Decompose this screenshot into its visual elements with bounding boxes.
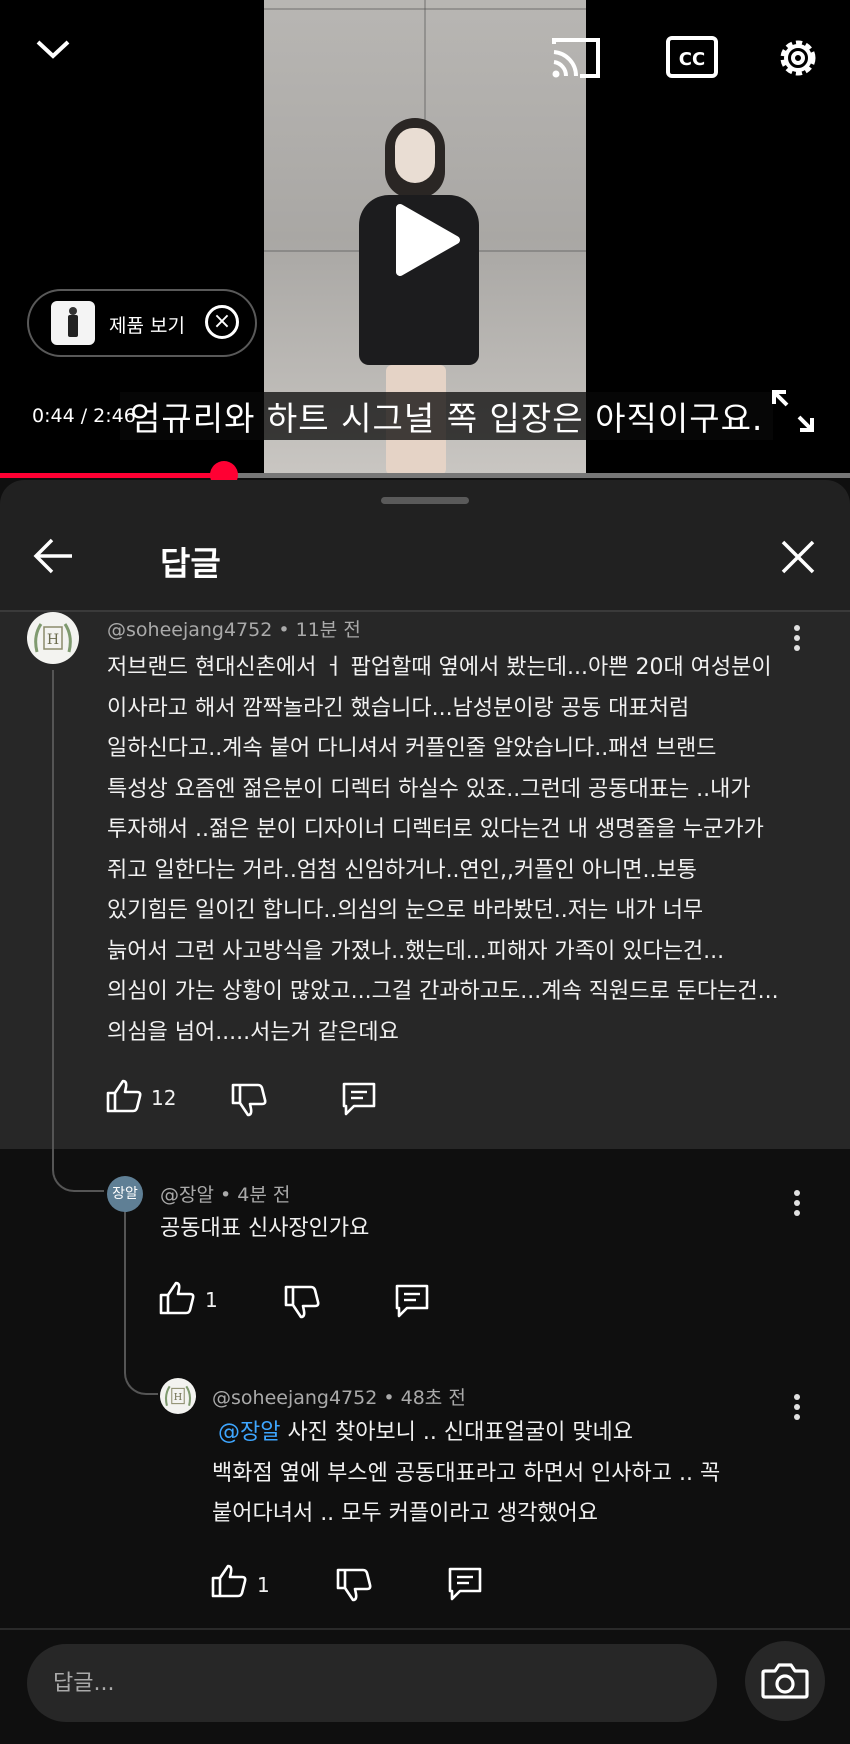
meta-separator: •	[278, 619, 296, 641]
comment-age: 48초 전	[400, 1387, 466, 1409]
comment-line: 늙어서 그런 사고방식을 가졌나..했는데...피해자 가족이 있다는건...	[107, 938, 725, 964]
back-arrow-icon[interactable]	[32, 536, 76, 580]
meta-separator: •	[383, 1387, 401, 1409]
like-count: 12	[151, 1086, 177, 1110]
comment-line: @장알 사진 찾아보니 .. 신대표얼굴이 맞네요	[212, 1413, 812, 1454]
comment-body: 저브랜드 현대신촌에서 ㅓ 팝업할때 옆에서 봤는데...아쁜 20대 여성분이…	[107, 648, 822, 1053]
progress-fill	[0, 473, 225, 478]
drag-handle[interactable]	[381, 497, 469, 504]
like-icon[interactable]	[158, 1280, 196, 1320]
comment-handle[interactable]: @soheejang4752	[107, 619, 272, 641]
chevron-down-icon[interactable]	[34, 38, 72, 66]
dislike-icon[interactable]	[230, 1082, 268, 1122]
reply-input[interactable]	[27, 1644, 717, 1722]
comment-handle[interactable]: @장알	[160, 1184, 214, 1206]
comment-meta: @soheejang4752 • 48초 전	[212, 1383, 466, 1410]
mention-link[interactable]: @장알	[218, 1420, 280, 1445]
product-chip[interactable]: 제품 보기 ×	[27, 289, 257, 357]
reply-icon[interactable]	[446, 1565, 484, 1607]
avatar-initials: 장알	[112, 1186, 138, 1202]
thread-line	[52, 670, 104, 1192]
fullscreen-icon[interactable]	[770, 388, 816, 438]
captions-icon[interactable]: CC	[666, 36, 718, 82]
comment-line: 일하신다고..계속 붙어 다니셔서 커플인줄 알았습니다..패션 브랜드	[107, 736, 717, 761]
svg-text:CC: CC	[679, 49, 705, 70]
comment-body: 공동대표 신사장인가요	[160, 1216, 370, 1241]
reply-icon[interactable]	[340, 1080, 378, 1122]
comment-line: 이사라고 해서 깜짝놀라긴 했습니다...남성분이랑 공동 대표처럼	[107, 695, 690, 721]
more-options-icon[interactable]	[793, 1190, 801, 1220]
like-count: 1	[257, 1573, 270, 1597]
avatar-logo-letter: H	[47, 632, 59, 648]
comment-line: 백화점 옆에 부스엔 공동대표라고 하면서 인사하고 .. 꼭	[212, 1460, 721, 1486]
avatar[interactable]: H	[160, 1378, 196, 1414]
camera-icon	[761, 1663, 809, 1699]
play-icon[interactable]	[392, 200, 462, 280]
like-count: 1	[205, 1288, 218, 1312]
cast-icon[interactable]	[550, 36, 602, 84]
close-icon[interactable]	[780, 539, 816, 579]
comment-age: 11분 전	[295, 619, 361, 641]
like-icon[interactable]	[105, 1078, 143, 1118]
comment-handle[interactable]: @soheejang4752	[212, 1387, 377, 1409]
comment-age: 4분 전	[237, 1184, 291, 1206]
reply-icon[interactable]	[393, 1282, 431, 1324]
product-chip-label: 제품 보기	[109, 315, 185, 337]
comment-line: 붙어다녀서 .. 모두 커플이라고 생각했어요	[212, 1501, 599, 1526]
avatar[interactable]: 장알	[107, 1176, 143, 1212]
comment-meta: @장알 • 4분 전	[160, 1180, 290, 1207]
avatar[interactable]: H	[27, 612, 79, 664]
comment-line: 저브랜드 현대신촌에서 ㅓ 팝업할때 옆에서 봤는데...아쁜 20대 여성분이	[107, 655, 772, 680]
settings-gear-icon[interactable]	[774, 34, 822, 86]
comment-line: 특성상 요즘엔 젊은분이 디렉터 하실수 있죠..그런데 공동대표는 ..내가	[107, 776, 751, 802]
product-thumbnail	[51, 301, 95, 345]
dislike-icon[interactable]	[335, 1567, 373, 1607]
thread-line	[124, 1210, 158, 1395]
comment-body: @장알 사진 찾아보니 .. 신대표얼굴이 맞네요 백화점 옆에 부스엔 공동대…	[212, 1413, 812, 1535]
like-icon[interactable]	[210, 1563, 248, 1603]
meta-separator: •	[220, 1184, 238, 1206]
camera-button[interactable]	[745, 1641, 825, 1721]
time-display: 0:44 / 2:46	[32, 405, 136, 427]
comment-meta: @soheejang4752 • 11분 전	[107, 615, 361, 642]
comment-line: 의심이 가는 상황이 많았고...그걸 간과하고도...계속 직원드로 둔다는건…	[107, 979, 779, 1004]
comment-line: 투자해서 ..젊은 분이 디자이너 디렉터로 있다는건 내 생명줄을 누군가가	[107, 817, 764, 842]
comment-line: 의심을 넘어.....서는거 같은데요	[107, 1019, 399, 1045]
panel-title: 답글	[160, 544, 221, 583]
comment-line: 있기힘든 일이긴 합니다..의심의 눈으로 바라봤던..저는 내가 너무	[107, 898, 704, 923]
comment-line: 쥐고 일한다는 거라..엄첨 신임하거나..연인,,커플인 아니면..보통	[107, 857, 697, 883]
dislike-icon[interactable]	[283, 1284, 321, 1324]
video-caption: 엄규리와 하트 시그널 쪽 입장은 아직이구요.	[120, 392, 774, 440]
close-circle-icon[interactable]: ×	[205, 305, 239, 339]
comment-text: 사진 찾아보니 .. 신대표얼굴이 맞네요	[280, 1420, 634, 1445]
avatar-logo-letter: H	[174, 1392, 182, 1403]
